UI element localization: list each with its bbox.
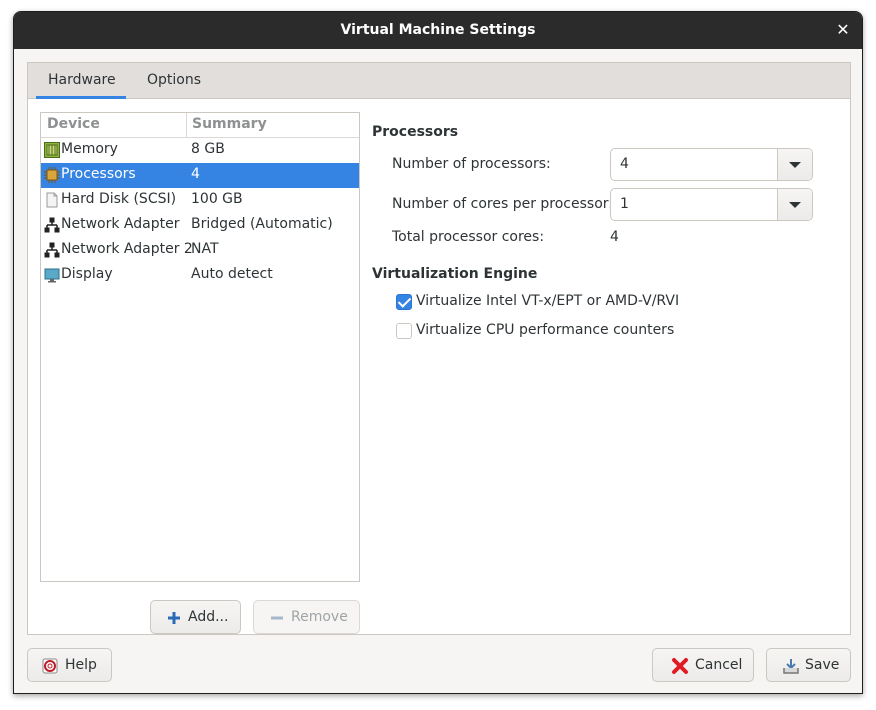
device-summary: 100 GB [191, 191, 243, 207]
save-button-label: Save [805, 657, 840, 673]
vtx-checkbox[interactable] [396, 294, 412, 310]
processors-section-title: Processors [372, 124, 459, 140]
cancel-icon [672, 658, 688, 674]
chevron-down-icon [789, 202, 801, 208]
device-summary: 4 [191, 166, 200, 182]
device-summary: Auto detect [191, 266, 273, 282]
device-list: Device Summary Memory 8 GB Processors 4 … [40, 112, 360, 582]
settings-notebook: Hardware Options Device Summary Memory 8… [27, 62, 851, 635]
cancel-button[interactable]: Cancel [652, 648, 754, 682]
device-row-network-adapter[interactable]: Network Adapter Bridged (Automatic) [41, 213, 359, 238]
help-button-label: Help [65, 657, 97, 673]
device-summary: NAT [191, 241, 219, 257]
num-processors-value: 4 [620, 156, 629, 172]
device-name: Network Adapter [61, 216, 180, 232]
cancel-button-label: Cancel [695, 657, 743, 673]
num-processors-dropdown-button[interactable] [777, 149, 812, 180]
processor-icon [44, 167, 60, 183]
tab-bar: Hardware Options [28, 63, 850, 99]
virtualization-section-title: Virtualization Engine [372, 266, 538, 282]
help-icon [42, 658, 58, 674]
device-summary: 8 GB [191, 141, 225, 157]
network-icon [44, 242, 60, 258]
cores-per-processor-label: Number of cores per processor: [392, 196, 613, 212]
device-name: Memory [61, 141, 118, 157]
network-icon [44, 217, 60, 233]
cores-per-processor-combo[interactable]: 1 [610, 188, 813, 221]
help-button[interactable]: Help [27, 648, 112, 682]
device-row-memory[interactable]: Memory 8 GB [41, 138, 359, 163]
plus-icon [168, 612, 180, 624]
display-icon [44, 268, 60, 283]
cores-per-processor-value: 1 [620, 196, 629, 212]
num-processors-label: Number of processors: [392, 156, 551, 172]
hard-disk-icon [46, 192, 58, 208]
device-summary: Bridged (Automatic) [191, 216, 333, 232]
save-button[interactable]: Save [766, 648, 851, 682]
vtx-label[interactable]: Virtualize Intel VT-x/EPT or AMD-V/RVI [416, 293, 679, 309]
list-header: Device Summary [41, 113, 359, 138]
device-name: Hard Disk (SCSI) [61, 191, 177, 207]
window-title: Virtual Machine Settings [340, 22, 536, 38]
device-row-processors[interactable]: Processors 4 [41, 163, 359, 188]
device-row-network-adapter-2[interactable]: Network Adapter 2 NAT [41, 238, 359, 263]
close-icon[interactable]: ✕ [832, 19, 854, 41]
tab-hardware[interactable]: Hardware [36, 63, 126, 99]
save-icon [783, 659, 799, 674]
perf-counters-checkbox[interactable] [396, 323, 412, 339]
column-header-device[interactable]: Device [47, 116, 100, 132]
chevron-down-icon [789, 162, 801, 168]
remove-device-button[interactable]: Remove [253, 600, 360, 634]
device-name: Display [61, 266, 113, 282]
total-cores-value: 4 [610, 229, 619, 245]
settings-window: Virtual Machine Settings ✕ Hardware Opti… [13, 11, 863, 694]
device-name: Processors [61, 166, 136, 182]
device-row-display[interactable]: Display Auto detect [41, 263, 359, 288]
perf-counters-label[interactable]: Virtualize CPU performance counters [416, 322, 674, 338]
add-button-label: Add... [188, 609, 229, 625]
cores-dropdown-button[interactable] [777, 189, 812, 220]
minus-icon [271, 616, 283, 620]
device-name: Network Adapter 2 [61, 241, 193, 257]
device-row-hard-disk[interactable]: Hard Disk (SCSI) 100 GB [41, 188, 359, 213]
num-processors-combo[interactable]: 4 [610, 148, 813, 181]
column-separator [186, 113, 187, 138]
remove-button-label: Remove [291, 609, 348, 625]
titlebar: Virtual Machine Settings ✕ [14, 12, 862, 49]
column-header-summary[interactable]: Summary [192, 116, 267, 132]
tab-options[interactable]: Options [135, 63, 213, 99]
memory-icon [44, 142, 60, 158]
total-cores-label: Total processor cores: [392, 229, 545, 245]
add-device-button[interactable]: Add... [150, 600, 241, 634]
